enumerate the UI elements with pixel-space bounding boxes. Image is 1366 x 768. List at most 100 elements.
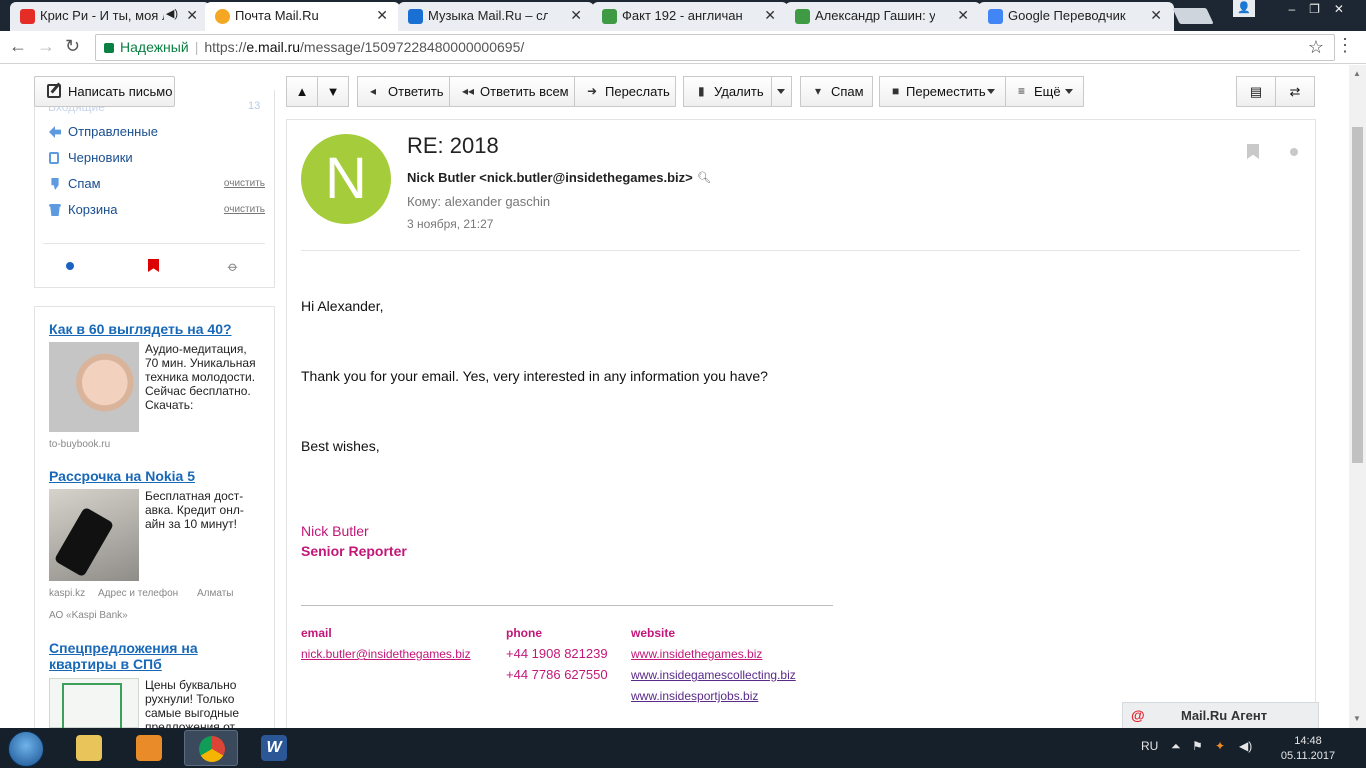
close-tab-icon[interactable]: ✕ [1150, 7, 1162, 24]
signature-email-link[interactable]: nick.butler@insidethegames.biz [301, 647, 471, 661]
print-button[interactable]: ▤ [1236, 76, 1276, 107]
sidebar-item-label: Спам [68, 176, 101, 191]
tab-gashin[interactable]: Александр Гашин: упра ✕ [785, 2, 981, 31]
more-button[interactable]: ≡ Ещё [1005, 76, 1084, 107]
url-path: /message/15097228480000000695/ [300, 39, 525, 55]
antivirus-icon[interactable]: ✦ [1215, 739, 1225, 753]
browser-menu-icon[interactable]: ⋮ [1336, 35, 1354, 56]
compose-button[interactable]: Написать письмо [34, 76, 175, 107]
clear-spam-link[interactable]: очистить [224, 174, 265, 194]
spam-button[interactable]: ▾ Спам [800, 76, 873, 107]
url-host: e.mail.ru [246, 39, 301, 55]
start-button[interactable] [8, 731, 44, 767]
sender[interactable]: Nick Butler <nick.butler@insidethegames.… [407, 170, 693, 185]
delete-options-dropdown[interactable] [771, 76, 792, 107]
close-tab-icon[interactable]: ✕ [764, 7, 776, 24]
scrollbar-thumb[interactable] [1352, 127, 1363, 463]
ad-text: Аудио-медитация, 70 мин. Уникальная техн… [145, 342, 256, 412]
user-profile-icon[interactable]: 👤 [1233, 0, 1255, 17]
message-subject: RE: 2018 [407, 133, 499, 158]
ad-link[interactable]: Адрес и телефон [98, 588, 178, 599]
tab-translate[interactable]: Google Переводчик ✕ [978, 2, 1174, 31]
signature-website-link[interactable]: www.insidegamescollecting.biz [631, 668, 796, 682]
delete-button[interactable]: ▮ Удалить [683, 76, 772, 107]
security-label: Надежный [120, 39, 189, 55]
media-player-icon [136, 735, 162, 761]
signature-email-label: email [301, 626, 332, 640]
reply-all-button[interactable]: ◂◂ Ответить всем [449, 76, 575, 107]
unread-filter-icon[interactable] [66, 262, 74, 270]
window-controls[interactable]: –❐✕ [1289, 2, 1359, 16]
ad-title-link[interactable]: Как в 60 выглядеть на 40? [49, 321, 259, 337]
spam-icon [51, 178, 59, 190]
taskbar-word[interactable]: W [247, 730, 301, 766]
page-scrollbar[interactable]: ▲ ▼ [1349, 65, 1366, 728]
tab-fact[interactable]: Факт 192 - англичане ин ✕ [592, 2, 788, 31]
close-tab-icon[interactable]: ✕ [957, 7, 969, 24]
ad-image-woman[interactable] [49, 342, 139, 432]
forward-icon: ➜ [587, 84, 598, 98]
system-clock[interactable]: 14:48 05.11.2017 [1276, 734, 1340, 764]
ad-title-link[interactable]: Рассрочка на Nokia 5 [49, 468, 259, 484]
tab-mail[interactable]: Почта Mail.Ru ✕ [205, 2, 400, 31]
ad-link[interactable]: Алматы [197, 588, 234, 599]
bookmark-star-icon[interactable]: ☆ [1308, 37, 1324, 58]
scroll-up-icon[interactable]: ▲ [1353, 69, 1361, 78]
scroll-down-icon[interactable]: ▼ [1353, 714, 1361, 723]
tab-youtube[interactable]: Крис Ри - И ты, моя л ◀) ✕ [10, 2, 210, 31]
sidebar-item-label: Черновики [68, 150, 133, 165]
prev-message-button[interactable]: ▲ [286, 76, 318, 107]
sidebar-item-spam[interactable]: Спам очистить [49, 174, 265, 194]
sidebar-item-sent[interactable]: Отправленные [49, 122, 265, 142]
ad-domain[interactable]: kaspi.kz [49, 588, 85, 599]
taskbar-media-player[interactable] [122, 730, 176, 766]
signature-website-link[interactable]: www.insidethegames.biz [631, 647, 762, 661]
sheets-favicon-icon [795, 9, 810, 24]
close-tab-icon[interactable]: ✕ [376, 7, 388, 24]
signature-website-link[interactable]: www.insidesportjobs.biz [631, 689, 758, 703]
expand-button[interactable]: ⇄ [1275, 76, 1315, 107]
body-paragraph: Thank you for your email. Yes, very inte… [301, 368, 768, 384]
forward-icon[interactable]: → [37, 36, 55, 57]
ad-title-link[interactable]: Спецпредложения на квартиры в СПб [49, 640, 209, 672]
signature-divider [301, 605, 833, 606]
taskbar-explorer[interactable] [62, 730, 116, 766]
next-message-button[interactable]: ▼ [317, 76, 349, 107]
action-center-flag-icon[interactable]: ⚑ [1192, 739, 1203, 753]
clear-trash-link[interactable]: очистить [224, 200, 265, 220]
reply-all-icon: ◂◂ [462, 84, 475, 98]
taskbar-chrome[interactable] [184, 730, 238, 766]
lock-icon [104, 43, 114, 53]
tab-music[interactable]: Музыка Mail.Ru – слуша ✕ [398, 2, 594, 31]
sidebar-item-drafts[interactable]: Черновики [49, 148, 265, 168]
trash-icon [49, 204, 61, 216]
address-bar[interactable]: Надежный | https://e.mail.ru/message/15097… [95, 34, 1335, 61]
new-tab-button[interactable] [1172, 8, 1214, 24]
tab-title: Почта Mail.Ru [235, 8, 319, 23]
close-tab-icon[interactable]: ✕ [186, 7, 198, 24]
music-favicon-icon [408, 9, 423, 24]
language-indicator[interactable]: RU [1141, 739, 1158, 753]
search-icon[interactable]: 🔍︎ [697, 171, 711, 184]
compose-icon [47, 84, 61, 98]
ad-image-floorplan[interactable] [49, 678, 139, 729]
ad-domain[interactable]: to-buybook.ru [49, 439, 110, 450]
read-status-icon[interactable] [1290, 148, 1298, 156]
volume-icon[interactable]: ◀) [1239, 739, 1252, 753]
chevron-down-icon [777, 89, 785, 94]
reply-icon: ◂ [370, 84, 377, 98]
tray-arrow-icon[interactable]: ⏶ [1171, 739, 1181, 754]
sidebar-item-trash[interactable]: Корзина очистить [49, 200, 265, 220]
forward-button[interactable]: ➜ Переслать [574, 76, 676, 107]
close-tab-icon[interactable]: ✕ [570, 7, 582, 24]
move-button[interactable]: ■ Переместить [879, 76, 1006, 107]
reload-icon[interactable]: ↻ [65, 36, 80, 57]
back-icon[interactable]: ← [9, 36, 27, 57]
reply-button[interactable]: ◂ Ответить [357, 76, 450, 107]
message-date: 3 ноября, 21:27 [407, 217, 494, 231]
signature-phone-label: phone [506, 626, 542, 640]
drafts-icon [49, 152, 59, 164]
mail-agent-bar[interactable]: @ Mail.Ru Агент [1122, 702, 1319, 728]
ad-image-phone[interactable] [49, 489, 139, 581]
speaker-icon[interactable]: ◀) [166, 7, 178, 20]
